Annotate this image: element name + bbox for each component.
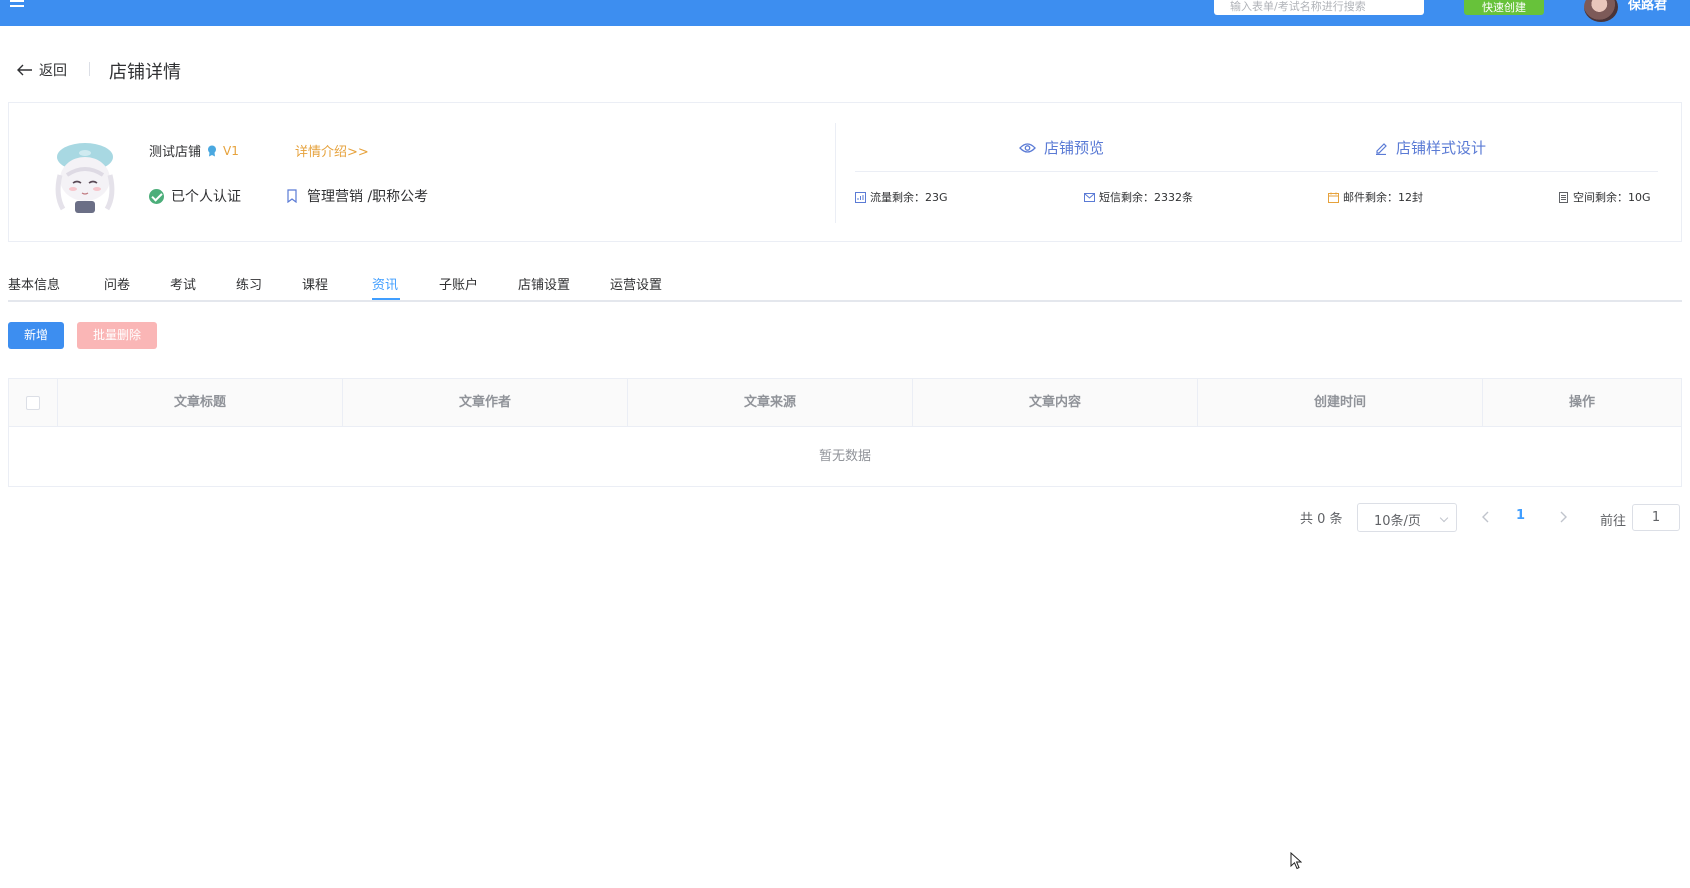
sms-quota: 短信剩余：2332条 <box>1084 189 1193 205</box>
mail-quota-label: 邮件剩余：12封 <box>1343 191 1423 204</box>
edit-icon <box>1376 142 1387 155</box>
tab-operation-settings[interactable]: 运营设置 <box>610 274 662 293</box>
back-button[interactable]: 返回 <box>17 60 67 80</box>
space-quota: 空间剩余：10G <box>1558 189 1651 205</box>
sms-quota-label: 短信剩余：2332条 <box>1099 191 1193 204</box>
shop-tabs: 基本信息 问卷 考试 练习 课程 资讯 子账户 店铺设置 运营设置 <box>8 270 1682 302</box>
shop-preview-link[interactable]: 店铺预览 <box>1019 137 1104 158</box>
batch-delete-button[interactable]: 批量删除 <box>77 322 157 349</box>
traffic-quota: 流量剩余：23G <box>855 189 948 205</box>
auth-status: 已个人认证 <box>149 186 241 206</box>
column-header: 创建时间 <box>1198 379 1483 427</box>
tab-news[interactable]: 资讯 <box>372 274 398 293</box>
space-quota-label: 空间剩余：10G <box>1573 191 1651 204</box>
chevron-down-icon <box>1439 513 1449 523</box>
eye-icon <box>1019 142 1036 153</box>
column-header: 文章标题 <box>58 379 343 427</box>
card-divider <box>835 123 836 223</box>
bookmark-icon <box>287 189 297 203</box>
page-title: 店铺详情 <box>109 62 181 83</box>
column-header: 文章内容 <box>913 379 1198 427</box>
select-all-cell <box>9 379 58 427</box>
column-header: 文章作者 <box>343 379 628 427</box>
shop-level-badge: V1 <box>223 143 239 158</box>
pagination-total: 共 0 条 <box>1300 512 1343 527</box>
auth-status-label: 已个人认证 <box>171 189 241 205</box>
username[interactable]: 保路君 <box>1628 0 1667 13</box>
tab-questionnaire[interactable]: 问卷 <box>104 274 130 293</box>
shop-name: 测试店铺 <box>149 145 202 160</box>
user-avatar[interactable] <box>1584 0 1618 22</box>
shop-category: 管理营销 /职称公考 <box>286 186 428 206</box>
traffic-quota-label: 流量剩余：23G <box>870 191 948 204</box>
shop-style-design-link[interactable]: 店铺样式设计 <box>1374 137 1486 158</box>
shop-avatar <box>55 143 115 213</box>
shop-style-design-label: 店铺样式设计 <box>1396 139 1487 157</box>
medal-icon <box>208 145 217 156</box>
mail-quota: 邮件剩余：12封 <box>1328 189 1423 205</box>
global-search-input[interactable]: 输入表单/考试名称进行搜索 <box>1214 0 1424 15</box>
goto-page-input[interactable]: 1 <box>1632 504 1680 531</box>
message-icon <box>1084 192 1095 202</box>
page-size-value: 10条/页 <box>1374 514 1421 529</box>
tab-shop-settings[interactable]: 店铺设置 <box>518 274 570 293</box>
news-table: 文章标题 文章作者 文章来源 文章内容 创建时间 操作 暂无数据 <box>8 378 1682 487</box>
prev-page-icon[interactable] <box>1479 510 1493 524</box>
shop-preview-label: 店铺预览 <box>1044 139 1105 157</box>
back-label: 返回 <box>39 63 67 79</box>
storage-icon <box>1559 191 1568 203</box>
empty-placeholder: 暂无数据 <box>818 449 871 464</box>
header-divider <box>89 62 90 76</box>
goto-label: 前往 <box>1600 514 1627 529</box>
arrow-left-icon <box>17 64 32 76</box>
mouse-cursor-icon <box>1290 852 1302 870</box>
tab-exam[interactable]: 考试 <box>170 274 196 293</box>
shop-name-row: 测试店铺 V1 <box>149 141 239 161</box>
active-tab-indicator <box>372 298 400 300</box>
tab-basic-info[interactable]: 基本信息 <box>8 274 60 293</box>
top-bar: 输入表单/考试名称进行搜索 快速创建 保路君 <box>0 0 1690 26</box>
card-h-divider <box>855 171 1658 172</box>
add-button[interactable]: 新增 <box>8 322 64 349</box>
menu-icon[interactable] <box>10 0 26 12</box>
quick-create-button[interactable]: 快速创建 <box>1464 0 1544 15</box>
chart-icon <box>855 191 866 203</box>
tab-practice[interactable]: 练习 <box>236 274 262 293</box>
check-circle-icon <box>149 188 164 204</box>
column-header: 文章来源 <box>628 379 913 427</box>
tab-sub-accounts[interactable]: 子账户 <box>439 274 478 293</box>
shop-info-card: 测试店铺 V1 详情介绍>> 已个人认证 管理营销 /职称公考 店铺预览 店铺样… <box>8 102 1682 242</box>
tab-course[interactable]: 课程 <box>302 274 328 293</box>
shop-detail-link[interactable]: 详情介绍>> <box>295 141 369 160</box>
page-size-select[interactable]: 10条/页 <box>1357 503 1457 532</box>
shop-category-label: 管理营销 /职称公考 <box>307 189 429 205</box>
column-header: 操作 <box>1568 395 1595 410</box>
select-all-checkbox[interactable] <box>26 396 40 410</box>
next-page-icon[interactable] <box>1556 510 1570 524</box>
mail-icon <box>1328 192 1339 203</box>
page-number[interactable]: 1 <box>1516 508 1525 523</box>
table-header: 文章标题 文章作者 文章来源 文章内容 创建时间 操作 <box>9 379 1681 427</box>
